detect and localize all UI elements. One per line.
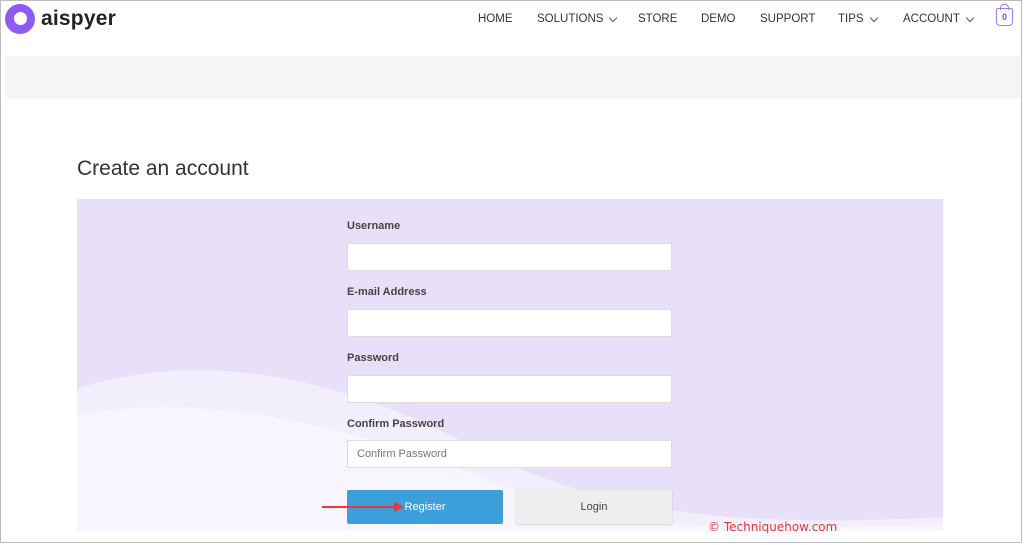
confirm-password-label: Confirm Password: [347, 418, 445, 430]
brand-logo[interactable]: aispyer: [5, 4, 116, 34]
email-label: E-mail Address: [347, 286, 427, 298]
brand-name: aispyer: [41, 7, 116, 30]
confirm-password-field[interactable]: [347, 440, 672, 468]
logo-icon: [5, 4, 35, 34]
chevron-down-icon: [869, 13, 878, 22]
chevron-down-icon: [609, 13, 618, 22]
username-field[interactable]: [347, 243, 672, 271]
password-label: Password: [347, 352, 399, 364]
red-arrow-annotation: [322, 502, 404, 512]
cart-icon[interactable]: 0: [996, 4, 1013, 26]
watermark: © Techniquehow.com: [708, 520, 838, 534]
password-field[interactable]: [347, 375, 672, 403]
page-banner: [5, 56, 1020, 98]
nav-item-home[interactable]: HOME: [478, 13, 513, 25]
login-button[interactable]: Login: [516, 490, 672, 524]
username-label: Username: [347, 220, 401, 232]
page-title: Create an account: [77, 157, 249, 180]
chevron-down-icon: [965, 13, 975, 22]
email-field[interactable]: [347, 309, 672, 337]
nav-item-tips[interactable]: TIPS: [838, 13, 878, 25]
site-header: aispyer HOME SOLUTIONS STORE DEMO SUPPOR…: [0, 0, 1024, 56]
nav-item-demo[interactable]: DEMO: [701, 13, 736, 25]
nav-item-solutions[interactable]: SOLUTIONS: [537, 13, 618, 25]
nav-item-account[interactable]: ACCOUNT: [903, 13, 975, 25]
nav-item-support[interactable]: SUPPORT: [760, 13, 815, 25]
nav-item-store[interactable]: STORE: [638, 13, 677, 25]
cart-count: 0: [1001, 12, 1007, 22]
